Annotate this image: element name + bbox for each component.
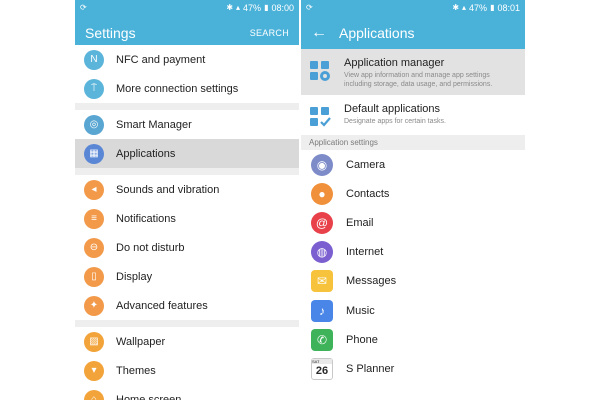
- application-manager-title: Application manager: [344, 57, 445, 69]
- settings-item-notifications[interactable]: ≡ Notifications: [75, 204, 299, 233]
- sync-icon: ⟳: [80, 3, 87, 12]
- bluetooth-icon: ✱: [226, 3, 234, 12]
- settings-item-label: Do not disturb: [116, 241, 185, 254]
- app-item-label: Messages: [346, 275, 397, 288]
- group-divider: [75, 320, 299, 327]
- settings-item-wallpaper[interactable]: ▨ Wallpaper: [75, 327, 299, 356]
- battery-level: 47%: [243, 3, 262, 13]
- app-item-label: Phone: [346, 333, 378, 346]
- messages-icon: ✉: [311, 270, 333, 293]
- settings-item-label: Applications: [116, 147, 176, 160]
- settings-item-label: Themes: [116, 364, 156, 377]
- app-item-label: Camera: [346, 158, 386, 171]
- app-item-label: Email: [346, 216, 374, 229]
- app-item-label: Contacts: [346, 187, 390, 200]
- app-item-phone[interactable]: ✆ Phone: [301, 325, 525, 354]
- settings-item-label: Smart Manager: [116, 118, 192, 131]
- settings-item-display[interactable]: ▯ Display: [75, 262, 299, 291]
- group-divider: [75, 168, 299, 175]
- search-button[interactable]: SEARCH: [250, 28, 289, 38]
- settings-item-label: Display: [116, 270, 153, 283]
- default-applications-item[interactable]: Default applications Designate apps for …: [301, 95, 525, 135]
- settings-screen: ⟳ ✱ ▴ 47% ▮ 08:00 Settings SEARCH N NFC a…: [75, 0, 299, 400]
- group-divider: [75, 103, 299, 110]
- settings-list: N NFC and payment ⍑ More connection setting…: [75, 45, 299, 400]
- app-item-camera[interactable]: ◉ Camera: [301, 150, 525, 179]
- settings-item-label: Home screen: [116, 393, 182, 400]
- contacts-icon: ●: [311, 182, 333, 205]
- bluetooth-icon: ✱: [452, 3, 460, 12]
- do-not-disturb-icon: ⊖: [84, 237, 104, 258]
- battery-level: 47%: [469, 3, 488, 13]
- app-item-s-planner[interactable]: SAT 26 S Planner: [301, 354, 525, 383]
- battery-icon: ▮: [490, 3, 495, 12]
- settings-item-label: More connection settings: [116, 82, 239, 95]
- settings-item-do-not-disturb[interactable]: ⊖ Do not disturb: [75, 233, 299, 262]
- application-manager-item[interactable]: Application manager View app information…: [301, 49, 525, 95]
- app-item-label: Internet: [346, 246, 384, 259]
- camera-icon: ◉: [311, 153, 333, 176]
- section-header: Application settings: [301, 135, 525, 150]
- app-manager-icon: [309, 60, 331, 82]
- app-item-label: S Planner: [346, 362, 395, 375]
- app-item-label: Music: [346, 304, 375, 317]
- notifications-icon: ≡: [84, 208, 104, 229]
- status-bar: ⟳ ✱ ▴ 47% ▮ 08:01: [301, 0, 525, 16]
- default-applications-desc: Designate apps for certain tasks.: [344, 118, 446, 125]
- calendar-date: 26: [315, 365, 329, 378]
- phone-icon: ✆: [311, 328, 333, 351]
- default-applications-title: Default applications: [344, 103, 441, 115]
- calendar-icon: SAT 26: [311, 357, 333, 380]
- signal-icon: ▴: [462, 3, 467, 12]
- applications-app-bar: ← Applications: [301, 16, 525, 49]
- nfc-icon: N: [84, 49, 104, 70]
- signal-icon: ▴: [236, 3, 241, 12]
- default-apps-icon: [309, 106, 331, 128]
- settings-item-advanced-features[interactable]: ✦ Advanced features: [75, 291, 299, 320]
- settings-item-applications[interactable]: ▦ Applications: [75, 139, 299, 168]
- email-icon: @: [311, 211, 333, 234]
- clock: 08:01: [497, 3, 520, 13]
- advanced-features-icon: ✦: [84, 295, 104, 316]
- back-arrow-icon[interactable]: ←: [311, 24, 327, 41]
- wallpaper-icon: ▨: [84, 331, 104, 352]
- applications-screen: ⟳ ✱ ▴ 47% ▮ 08:01 ← Applications Applica…: [301, 0, 525, 400]
- settings-item-label: Sounds and vibration: [116, 183, 220, 196]
- application-settings-list: ◉ Camera ● Contacts @ Email ◍ Internet ✉ Messages…: [301, 150, 525, 384]
- display-icon: ▯: [84, 266, 104, 287]
- home-screen-icon: ⌂: [84, 389, 104, 400]
- settings-item-label: NFC and payment: [116, 53, 206, 66]
- themes-icon: ▾: [84, 360, 104, 381]
- app-item-internet[interactable]: ◍ Internet: [301, 238, 525, 267]
- settings-item-more-connection-settings[interactable]: ⍑ More connection settings: [75, 74, 299, 103]
- page-title: Settings: [85, 24, 136, 41]
- smart-manager-icon: ◎: [84, 114, 104, 135]
- app-item-email[interactable]: @ Email: [301, 208, 525, 237]
- antenna-icon: ⍑: [84, 78, 104, 99]
- settings-item-smart-manager[interactable]: ◎ Smart Manager: [75, 110, 299, 139]
- page-title: Applications: [339, 24, 415, 41]
- apps-grid-icon: ▦: [84, 143, 104, 164]
- settings-item-home-screen[interactable]: ⌂ Home screen: [75, 385, 299, 400]
- settings-item-label: Advanced features: [116, 299, 208, 312]
- settings-item-sounds-and-vibration[interactable]: ◂ Sounds and vibration: [75, 175, 299, 204]
- battery-icon: ▮: [264, 3, 269, 12]
- settings-item-themes[interactable]: ▾ Themes: [75, 356, 299, 385]
- settings-item-label: Wallpaper: [116, 335, 166, 348]
- settings-item-label: Notifications: [116, 212, 176, 225]
- app-item-contacts[interactable]: ● Contacts: [301, 179, 525, 208]
- application-manager-desc: View app information and manage app sett…: [344, 72, 493, 88]
- status-bar: ⟳ ✱ ▴ 47% ▮ 08:00: [75, 0, 299, 16]
- app-item-messages[interactable]: ✉ Messages: [301, 267, 525, 296]
- settings-item-nfc-and-payment[interactable]: N NFC and payment: [75, 45, 299, 74]
- internet-icon: ◍: [311, 241, 333, 264]
- sound-icon: ◂: [84, 179, 104, 200]
- clock: 08:00: [271, 3, 294, 13]
- music-icon: ♪: [311, 299, 333, 322]
- sync-icon: ⟳: [306, 3, 313, 12]
- app-item-music[interactable]: ♪ Music: [301, 296, 525, 325]
